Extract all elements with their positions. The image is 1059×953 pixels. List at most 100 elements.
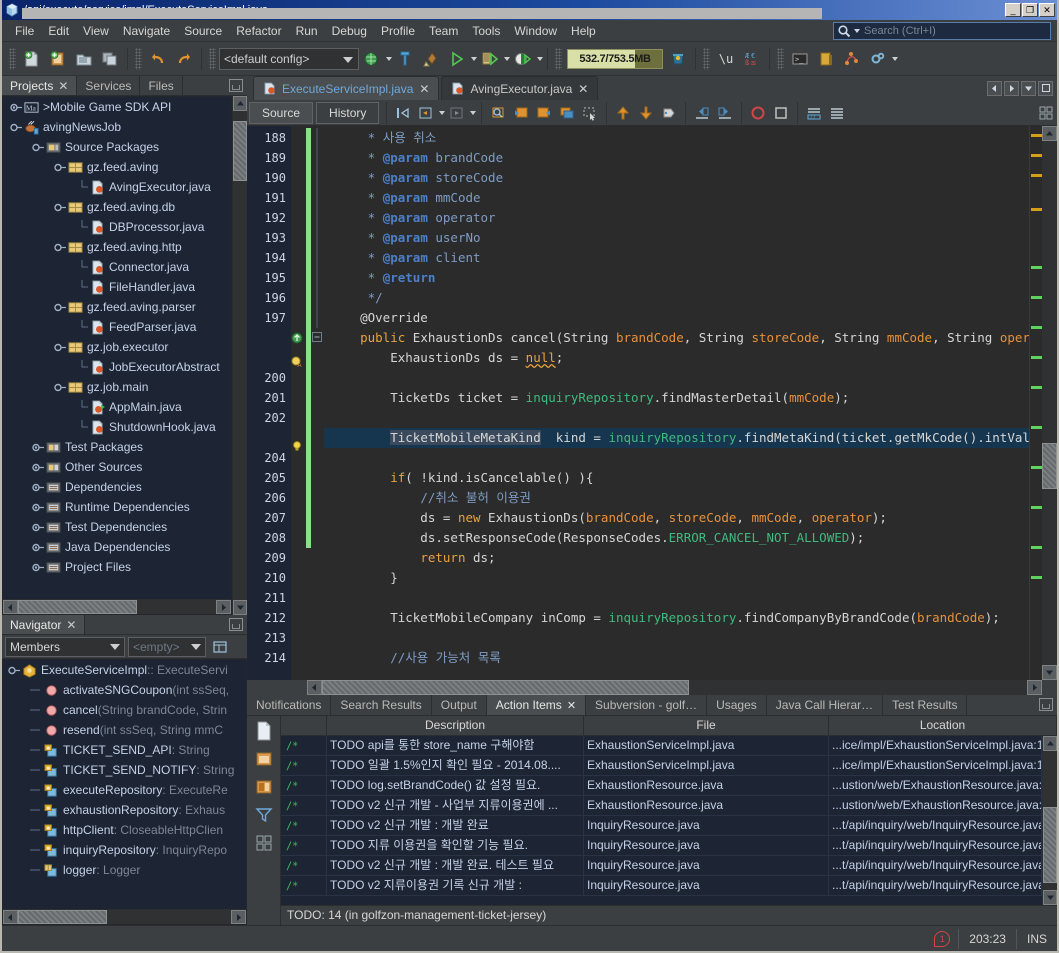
error-strip-mark[interactable] <box>1031 296 1042 299</box>
fold-margin-cell[interactable] <box>312 248 324 268</box>
warning-hint-icon[interactable]: A <box>291 356 305 376</box>
collapse-handle-icon[interactable] <box>53 380 67 394</box>
vscroll-track[interactable] <box>233 111 247 600</box>
hscroll-track[interactable] <box>322 680 1027 695</box>
group-button[interactable] <box>253 832 275 854</box>
fold-margin-cell[interactable] <box>312 148 324 168</box>
terminal-button[interactable]: >_ <box>788 47 812 71</box>
chevron-down-icon[interactable] <box>386 56 392 61</box>
table-row[interactable]: /* TODO api를 통한 store_name 구해야함 Exhaustion… <box>281 736 1042 756</box>
navigator-filter-select[interactable]: <empty> <box>128 636 206 657</box>
tree-item[interactable]: AppMain.java <box>3 397 231 417</box>
tree-item[interactable]: ShutdownHook.java <box>3 417 231 437</box>
expand-handle-icon[interactable] <box>31 540 45 554</box>
tree-item[interactable]: gz.job.executor <box>3 337 231 357</box>
glyph-margin-cell[interactable] <box>291 396 305 416</box>
toggle-bookmark-icon[interactable] <box>658 102 680 124</box>
encoding-button[interactable]: Æ € ß ಹ <box>740 47 764 71</box>
glyph-margin-cell[interactable] <box>291 500 305 520</box>
error-strip-mark[interactable] <box>1031 326 1042 329</box>
previous-tab-icon[interactable] <box>987 80 1002 96</box>
glyph-margin-cell[interactable] <box>291 620 305 640</box>
code-line[interactable]: ds.setResponseCode(ResponseCodes.ERROR_C… <box>324 528 1029 548</box>
fold-margin-cell[interactable] <box>312 452 324 472</box>
scroll-right-icon[interactable] <box>216 600 231 614</box>
menu-edit[interactable]: Edit <box>41 22 76 40</box>
menu-team[interactable]: Team <box>422 22 465 40</box>
code-line[interactable]: * @param brandCode <box>324 148 1029 168</box>
collapse-handle-icon[interactable] <box>31 140 45 154</box>
fold-margin-cell[interactable] <box>312 612 324 632</box>
error-strip-mark[interactable] <box>1031 576 1042 579</box>
tree-item[interactable]: Ma >Mobile Game SDK API <box>3 97 231 117</box>
code-line[interactable]: * @param storeCode <box>324 168 1029 188</box>
glyph-margin-cell[interactable] <box>291 148 305 168</box>
fold-margin-cell[interactable] <box>312 372 324 392</box>
close-icon[interactable]: ✕ <box>578 82 588 96</box>
fold-margin-cell[interactable] <box>312 352 324 372</box>
error-strip-mark[interactable] <box>1031 266 1042 269</box>
glyph-margin-cell[interactable] <box>291 480 305 500</box>
menu-refactor[interactable]: Refactor <box>229 22 288 40</box>
output-tab[interactable]: Subversion - golf… <box>586 695 708 715</box>
redo-button[interactable] <box>172 47 196 71</box>
code-line[interactable] <box>324 448 1029 468</box>
code-line[interactable]: TicketMobileMetaKind kind = inquiryRepos… <box>324 428 1029 448</box>
menu-help[interactable]: Help <box>564 22 603 40</box>
package-scope-button[interactable] <box>253 748 275 770</box>
output-tab[interactable]: Java Call Hierar… <box>767 695 884 715</box>
chevron-down-icon[interactable] <box>854 29 860 33</box>
fold-margin-cell[interactable] <box>312 332 324 352</box>
code-line[interactable] <box>324 628 1029 648</box>
editor-vscrollbar[interactable] <box>1042 126 1057 680</box>
table-row[interactable]: /* TODO 일괄 1.5%인지 확인 필요 - 2014.08.... Exha… <box>281 756 1042 776</box>
code-editor[interactable]: 188 189 190 191 192 193 194 195 196 197 200 201 202 2… <box>247 126 1057 680</box>
fold-margin-cell[interactable] <box>312 472 324 492</box>
collapse-handle-icon[interactable] <box>7 663 21 677</box>
chevron-down-icon[interactable] <box>471 56 477 61</box>
editor-options-icon[interactable] <box>1035 102 1057 124</box>
table-row[interactable]: /* TODO v2 신규 개발 : 개발 완료. 테스트 필요 InquiryRe… <box>281 856 1042 876</box>
navigator-member[interactable]: logger : Logger <box>3 860 246 880</box>
menu-navigate[interactable]: Navigate <box>116 22 177 40</box>
minimize-window-icon[interactable] <box>1039 698 1053 711</box>
menu-run[interactable]: Run <box>289 22 325 40</box>
hscroll-thumb[interactable] <box>322 680 689 695</box>
vscroll-thumb[interactable] <box>233 121 247 181</box>
error-strip-mark[interactable] <box>1031 134 1042 137</box>
code-line[interactable]: * @return <box>324 268 1029 288</box>
navigator-member[interactable]: resend (int ssSeq, String mmC <box>3 720 246 740</box>
editor-glyph-margin[interactable]: A <box>291 126 305 680</box>
code-line[interactable]: //취소 불허 이용권 <box>324 488 1029 508</box>
tree-item[interactable]: JobExecutorAbstract <box>3 357 231 377</box>
fold-margin-cell[interactable] <box>312 432 324 452</box>
new-project-button[interactable] <box>46 47 70 71</box>
stop-icon[interactable] <box>770 102 792 124</box>
fold-margin-cell[interactable] <box>312 632 324 652</box>
error-strip-mark[interactable] <box>1031 386 1042 389</box>
tree-item[interactable]: Connector.java <box>3 257 231 277</box>
close-icon[interactable]: ✕ <box>58 80 68 92</box>
output-tab[interactable]: Notifications <box>247 695 332 715</box>
glyph-margin-cell[interactable] <box>291 460 305 480</box>
error-strip-mark[interactable] <box>1031 466 1042 469</box>
chevron-down-icon[interactable] <box>110 643 120 650</box>
navigator-member[interactable]: inquiryRepository : InquiryRepo <box>3 840 246 860</box>
previous-bookmark-icon[interactable] <box>510 102 532 124</box>
next-error-icon[interactable] <box>635 102 657 124</box>
navigator-member[interactable]: exhaustionRepository : Exhaus <box>3 800 246 820</box>
collapse-handle-icon[interactable] <box>53 160 67 174</box>
clean-build-button[interactable] <box>393 47 417 71</box>
glyph-margin-cell[interactable] <box>291 288 305 308</box>
hscroll-track[interactable] <box>18 910 231 924</box>
chevron-down-icon[interactable] <box>343 56 353 63</box>
glyph-margin-cell[interactable] <box>291 416 305 436</box>
profile-project-button[interactable] <box>511 47 535 71</box>
fold-margin-cell[interactable] <box>312 188 324 208</box>
minimize-window-icon[interactable] <box>229 618 243 631</box>
tree-item[interactable]: Dependencies <box>3 477 231 497</box>
undo-button[interactable] <box>146 47 170 71</box>
expand-handle-icon[interactable] <box>31 560 45 574</box>
back-icon[interactable] <box>415 102 437 124</box>
expand-handle-icon[interactable] <box>31 500 45 514</box>
